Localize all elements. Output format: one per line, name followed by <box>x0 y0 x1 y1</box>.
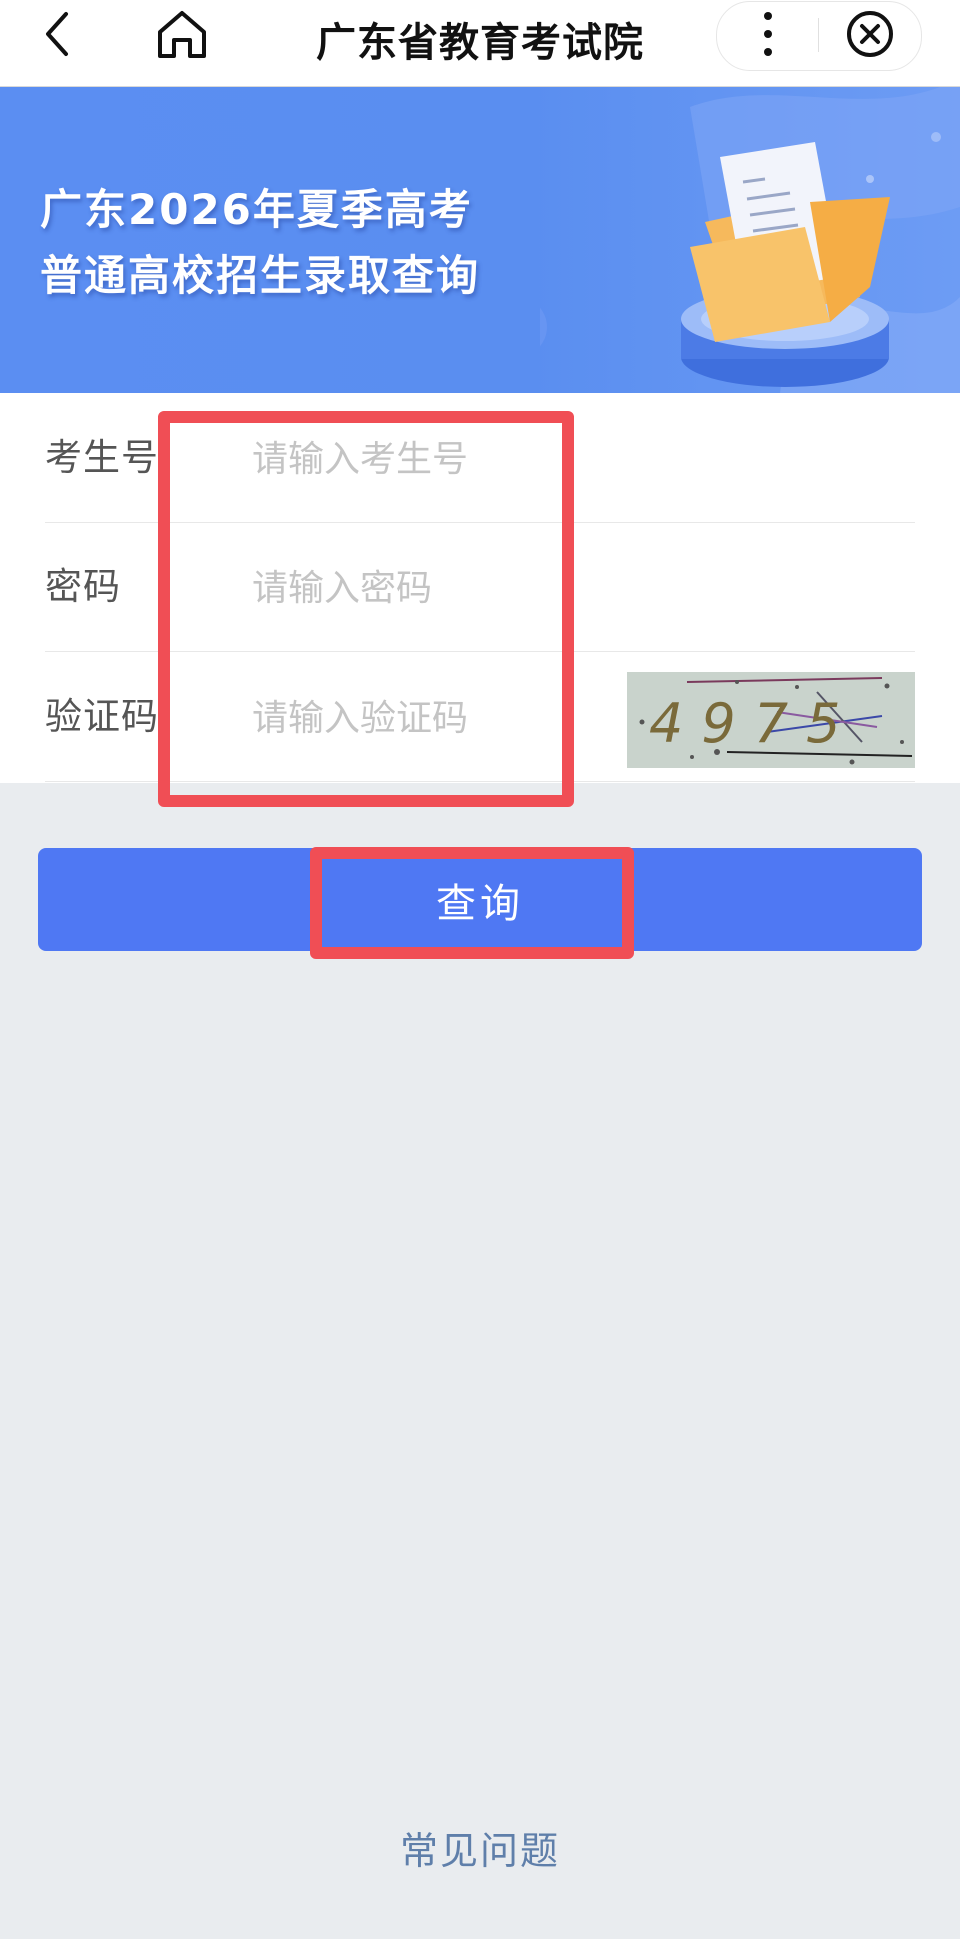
captcha-row: 验证码 4975 <box>45 652 915 782</box>
candidate-number-input[interactable] <box>250 421 604 497</box>
captcha-input[interactable] <box>250 680 604 756</box>
query-button[interactable]: 查询 <box>38 848 922 951</box>
candidate-number-row: 考生号 <box>45 393 915 523</box>
more-button[interactable] <box>748 8 788 60</box>
candidate-number-label: 考生号 <box>45 436 159 479</box>
page-title: 广东省教育考试院 <box>316 20 644 66</box>
back-button[interactable] <box>36 10 84 58</box>
top-nav-bar: 广东省教育考试院 <box>0 0 960 87</box>
login-form: 考生号 密码 验证码 4975 <box>0 393 960 783</box>
banner-title: 广东2026年夏季高考 普通高校招生录取查询 <box>40 177 480 309</box>
password-label: 密码 <box>45 565 121 608</box>
password-row: 密码 <box>45 522 915 652</box>
captcha-image[interactable]: 4975 <box>627 672 915 768</box>
documents-illustration <box>540 87 960 393</box>
more-vertical-icon <box>764 12 772 56</box>
close-button[interactable] <box>844 8 896 60</box>
capsule-divider <box>818 18 819 52</box>
captcha-text: 4975 <box>649 692 858 755</box>
banner-title-line2: 普通高校招生录取查询 <box>40 251 481 300</box>
banner-title-line1: 广东2026年夏季高考 <box>40 185 473 234</box>
captcha-label: 验证码 <box>45 695 159 738</box>
close-circle-icon <box>847 11 893 57</box>
password-input[interactable] <box>250 550 604 626</box>
banner: 广东2026年夏季高考 普通高校招生录取查询 <box>0 87 960 393</box>
home-icon <box>158 11 206 58</box>
home-button[interactable] <box>154 8 210 60</box>
faq-link[interactable]: 常见问题 <box>330 1820 630 1875</box>
chevron-left-icon <box>46 12 68 56</box>
